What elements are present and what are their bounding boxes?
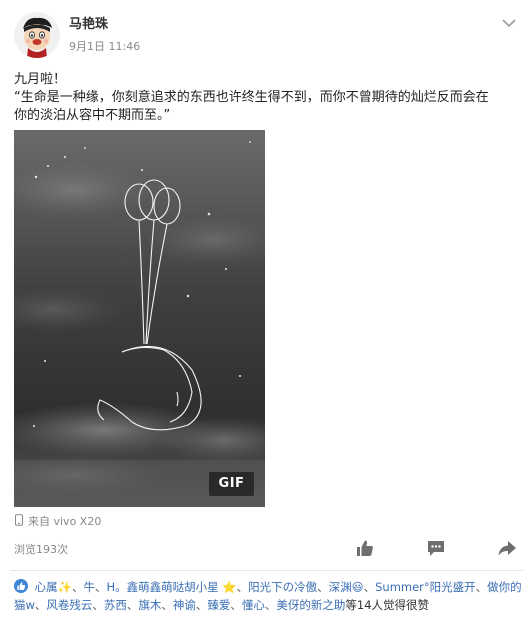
separator: 、 bbox=[195, 598, 208, 612]
liker-name[interactable]: 风卷残云 bbox=[46, 598, 92, 612]
post-time: 9月1日 11:46 bbox=[69, 40, 141, 53]
separator: 、 bbox=[161, 598, 173, 612]
post-image[interactable] bbox=[14, 130, 265, 507]
separator: 、 bbox=[363, 580, 376, 594]
post-actions bbox=[355, 538, 517, 558]
post-text-line: 你的淡泊从容中不期而至。” bbox=[14, 108, 171, 123]
liker-name[interactable]: 旗木 bbox=[138, 598, 161, 612]
separator: 、 bbox=[230, 598, 242, 612]
liker-name[interactable]: 心属✨ bbox=[35, 580, 72, 594]
divider bbox=[10, 570, 523, 571]
view-count: 浏览193次 bbox=[14, 543, 68, 556]
liker-name[interactable]: 牛 bbox=[83, 580, 95, 594]
liker-name[interactable]: 臻爱 bbox=[207, 598, 230, 612]
separator: 、 bbox=[475, 580, 488, 594]
liker-name[interactable]: 深渊😃 bbox=[329, 580, 364, 594]
device-line: 来自 vivo X20 bbox=[14, 513, 101, 529]
thumbs-up-icon[interactable] bbox=[355, 538, 375, 558]
separator: 、 bbox=[126, 598, 139, 612]
separator: 、 bbox=[317, 580, 329, 594]
likes-list: 心属✨、牛、H。鑫萌鑫萌哒胡小星 ⭐、阳光下の冷傲、深渊😃、Summer°阳光盛… bbox=[14, 578, 522, 614]
separator: 、 bbox=[94, 580, 107, 594]
device-label: 来自 vivo X20 bbox=[28, 515, 102, 528]
thumbs-up-icon bbox=[14, 579, 28, 593]
separator: 、 bbox=[34, 598, 47, 612]
post-text: 九月啦！ “生命是一种缘，你刻意追求的东西也许终生得不到，而你不曾期待的灿烂反而… bbox=[14, 71, 519, 125]
liker-name[interactable]: H。鑫萌鑫萌哒胡小星 ⭐ bbox=[106, 580, 236, 594]
phone-icon bbox=[14, 513, 24, 529]
gif-badge: GIF bbox=[209, 472, 254, 496]
author-name[interactable]: 马艳珠 bbox=[69, 13, 108, 32]
separator: 、 bbox=[264, 598, 277, 612]
separator: 、 bbox=[71, 580, 84, 594]
share-icon[interactable] bbox=[497, 538, 517, 558]
liker-name[interactable]: 苏西 bbox=[104, 598, 127, 612]
liker-name[interactable]: 懂心 bbox=[242, 598, 265, 612]
post-text-line: “生命是一种缘，你刻意追求的东西也许终生得不到，而你不曾期待的灿烂反而会在 bbox=[14, 90, 489, 105]
liker-name[interactable]: 美伢的新之助 bbox=[276, 598, 345, 612]
avatar[interactable] bbox=[14, 12, 60, 58]
likes-summary[interactable]: 等14人觉得很赞 bbox=[345, 598, 429, 612]
comment-icon[interactable] bbox=[426, 538, 446, 558]
separator: 、 bbox=[92, 598, 104, 612]
liker-name[interactable]: 神谕 bbox=[173, 598, 196, 612]
post-text-line: 九月啦！ bbox=[14, 72, 67, 87]
liker-name[interactable]: Summer°阳光盛开 bbox=[375, 580, 476, 594]
separator: 、 bbox=[236, 580, 249, 594]
liker-name[interactable]: 阳光下の冷傲 bbox=[248, 580, 317, 594]
chevron-down-icon[interactable] bbox=[501, 14, 517, 28]
